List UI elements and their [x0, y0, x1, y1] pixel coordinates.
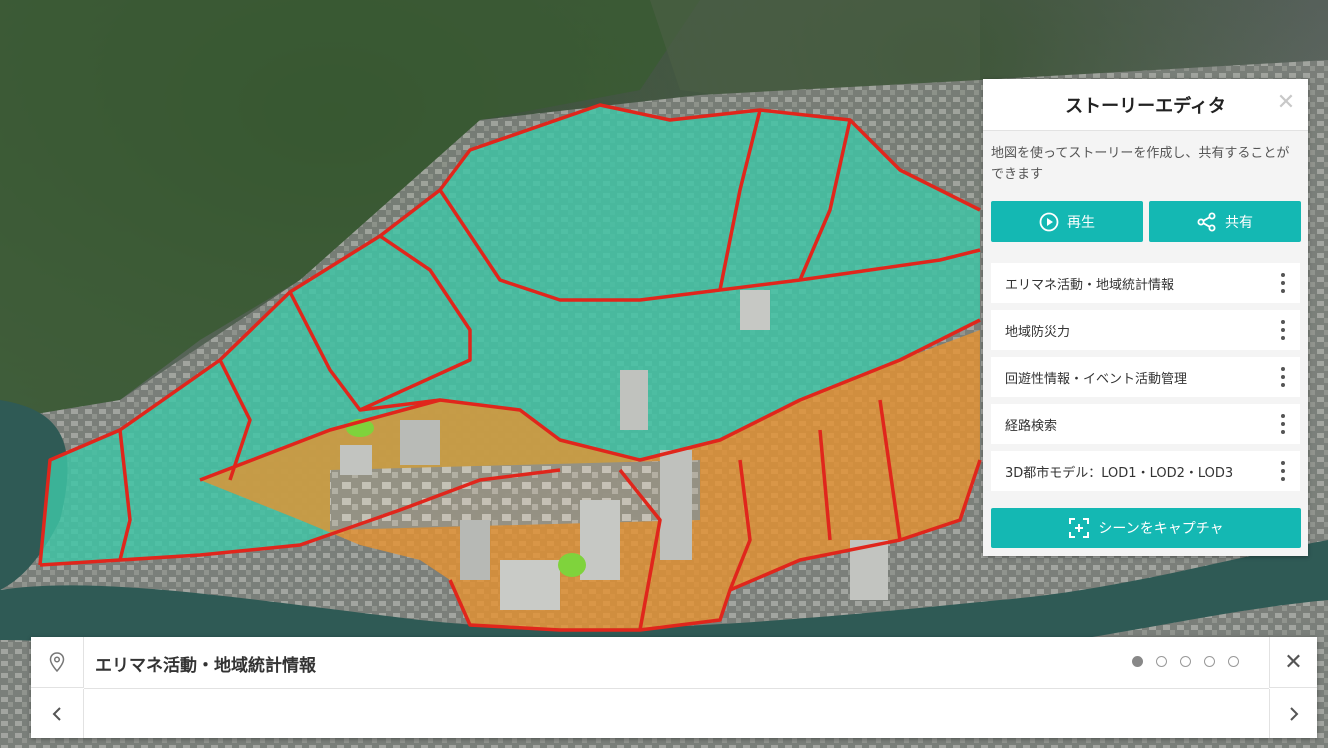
story-item-label: 経路検索	[1005, 418, 1058, 434]
chevron-right-icon	[1289, 706, 1298, 721]
story-item-label: 地域防災力	[1005, 324, 1071, 340]
more-options-icon[interactable]	[1280, 461, 1286, 481]
story-editor-title: ストーリーエディタ	[1065, 95, 1226, 117]
story-item[interactable]: エリマネ活動・地域統計情報	[991, 263, 1300, 303]
story-item[interactable]: 経路検索	[991, 404, 1300, 444]
more-options-icon[interactable]	[1280, 414, 1286, 434]
story-item-label: エリマネ活動・地域統計情報	[1005, 277, 1175, 293]
page-dot[interactable]	[1180, 656, 1191, 667]
more-options-icon[interactable]	[1280, 320, 1286, 340]
next-button[interactable]	[1269, 689, 1317, 738]
play-label: 再生	[1067, 214, 1095, 231]
story-list: エリマネ活動・地域統計情報 地域防災力 回遊性情報・イベント活動管理 経路検索 …	[983, 242, 1308, 491]
close-story-button[interactable]: ✕	[1269, 637, 1317, 688]
chevron-left-icon	[52, 706, 61, 721]
location-pin-icon	[31, 637, 84, 688]
story-editor-description: 地図を使ってストーリーを作成し、共有することができます	[991, 146, 1290, 182]
story-item[interactable]: 3D都市モデル：LOD1・LOD2・LOD3	[991, 451, 1300, 491]
play-button[interactable]: 再生	[991, 201, 1143, 242]
story-item[interactable]: 回遊性情報・イベント活動管理	[991, 357, 1300, 397]
share-button[interactable]: 共有	[1149, 201, 1301, 242]
page-indicator	[1132, 656, 1239, 667]
story-editor-panel: ストーリーエディタ ✕ 地図を使ってストーリーを作成し、共有することができます …	[983, 79, 1308, 556]
play-icon	[1039, 212, 1059, 231]
divider	[84, 688, 1269, 689]
story-player-bar: エリマネ活動・地域統計情報 ✕	[31, 637, 1317, 738]
share-icon	[1197, 212, 1216, 231]
more-options-icon[interactable]	[1280, 273, 1286, 293]
capture-scene-button[interactable]: シーンをキャプチャ	[991, 508, 1301, 548]
page-dot[interactable]	[1204, 656, 1215, 667]
more-options-icon[interactable]	[1280, 367, 1286, 387]
story-item-label: 3D都市モデル：LOD1・LOD2・LOD3	[1005, 465, 1234, 481]
page-dot[interactable]	[1228, 656, 1239, 667]
story-item[interactable]: 地域防災力	[991, 310, 1300, 350]
close-icon: ✕	[1284, 649, 1303, 675]
close-icon[interactable]: ✕	[1276, 92, 1296, 114]
story-item-label: 回遊性情報・イベント活動管理	[1005, 371, 1188, 387]
page-dot[interactable]	[1156, 656, 1167, 667]
capture-label: シーンをキャプチャ	[1098, 521, 1224, 537]
capture-icon	[1069, 518, 1090, 538]
previous-button[interactable]	[31, 689, 84, 738]
page-dot[interactable]	[1132, 656, 1143, 667]
story-editor-header: ストーリーエディタ ✕	[983, 79, 1308, 131]
share-label: 共有	[1225, 214, 1253, 231]
current-story-title: エリマネ活動・地域統計情報	[95, 656, 316, 676]
